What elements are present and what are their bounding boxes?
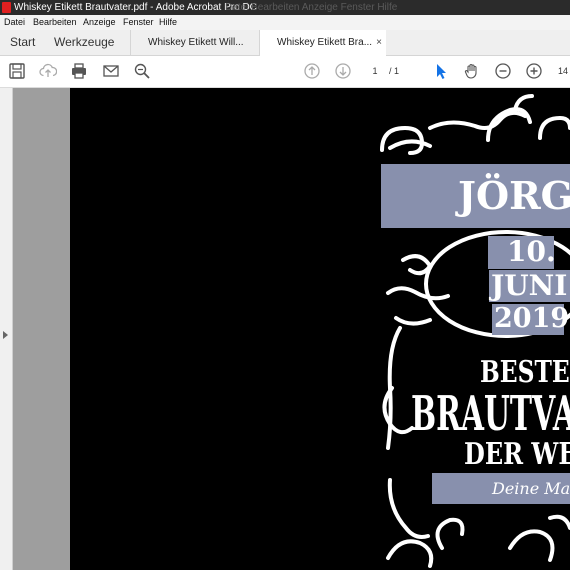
- title-bar: Whiskey Etikett Brautvater.pdf - Adobe A…: [0, 0, 570, 15]
- page-total: / 1: [389, 66, 400, 76]
- label-line-1: BESTER: [480, 355, 570, 390]
- email-icon[interactable]: [101, 61, 121, 81]
- label-name: JÖRG: [458, 173, 570, 218]
- hand-icon[interactable]: [462, 61, 482, 81]
- zoom-value[interactable]: 14: [558, 63, 568, 79]
- menu-anzeige[interactable]: Anzeige: [83, 15, 116, 30]
- date-month: JUNI: [491, 269, 568, 302]
- upload-icon[interactable]: [38, 61, 58, 81]
- prev-page-icon[interactable]: [302, 61, 322, 81]
- select-cursor-icon[interactable]: [431, 61, 451, 81]
- document-canvas: [13, 88, 70, 570]
- menu-bar: Datei Bearbeiten Anzeige Fenster Hilfe: [0, 15, 570, 30]
- tab-document-1[interactable]: Whiskey Etikett Will...: [130, 30, 259, 55]
- menu-datei[interactable]: Datei: [4, 15, 25, 30]
- tab-start[interactable]: Start: [10, 30, 35, 55]
- pdf-page: JÖRG 10. JUNI 2019 BESTER BRAUTVATER DER…: [70, 88, 570, 570]
- menu-hilfe[interactable]: Hilfe: [159, 15, 177, 30]
- date-year: 2019: [494, 303, 570, 334]
- tab-werkzeuge[interactable]: Werkzeuge: [54, 30, 114, 55]
- label-line-3: DER WELT: [464, 437, 570, 472]
- save-icon[interactable]: [7, 61, 27, 81]
- tab-document-2[interactable]: Whiskey Etikett Bra... ×: [259, 30, 386, 56]
- tab-document-2-label: Whiskey Etikett Bra...: [277, 37, 373, 48]
- menu-bearbeiten[interactable]: Bearbeiten: [33, 15, 77, 30]
- print-icon[interactable]: [69, 61, 89, 81]
- ghost-menu-text: Datei Bearbeiten Anzeige Fenster Hilfe: [225, 2, 398, 13]
- expand-arrow-icon[interactable]: [3, 331, 8, 339]
- next-page-icon[interactable]: [333, 61, 353, 81]
- tab-document-1-label: Whiskey Etikett Will...: [148, 37, 244, 48]
- zoom-out-icon[interactable]: [493, 61, 513, 81]
- page-number-input[interactable]: 1: [363, 63, 387, 79]
- menu-fenster[interactable]: Fenster: [123, 15, 154, 30]
- pdf-icon: [2, 2, 11, 13]
- toolbar: 1 / 1 14: [0, 56, 570, 88]
- label-signature: Deine Marie: [492, 479, 570, 498]
- label-line-2: BRAUTVATER: [411, 386, 570, 442]
- zoom-in-icon[interactable]: [524, 61, 544, 81]
- close-icon[interactable]: ×: [376, 30, 382, 55]
- date-day: 10.: [507, 235, 556, 268]
- window-title: Whiskey Etikett Brautvater.pdf - Adobe A…: [14, 2, 257, 13]
- left-panel-strip[interactable]: [0, 88, 13, 570]
- search-zoom-icon[interactable]: [132, 61, 152, 81]
- tab-bar: Start Werkzeuge Whiskey Etikett Will... …: [0, 30, 570, 56]
